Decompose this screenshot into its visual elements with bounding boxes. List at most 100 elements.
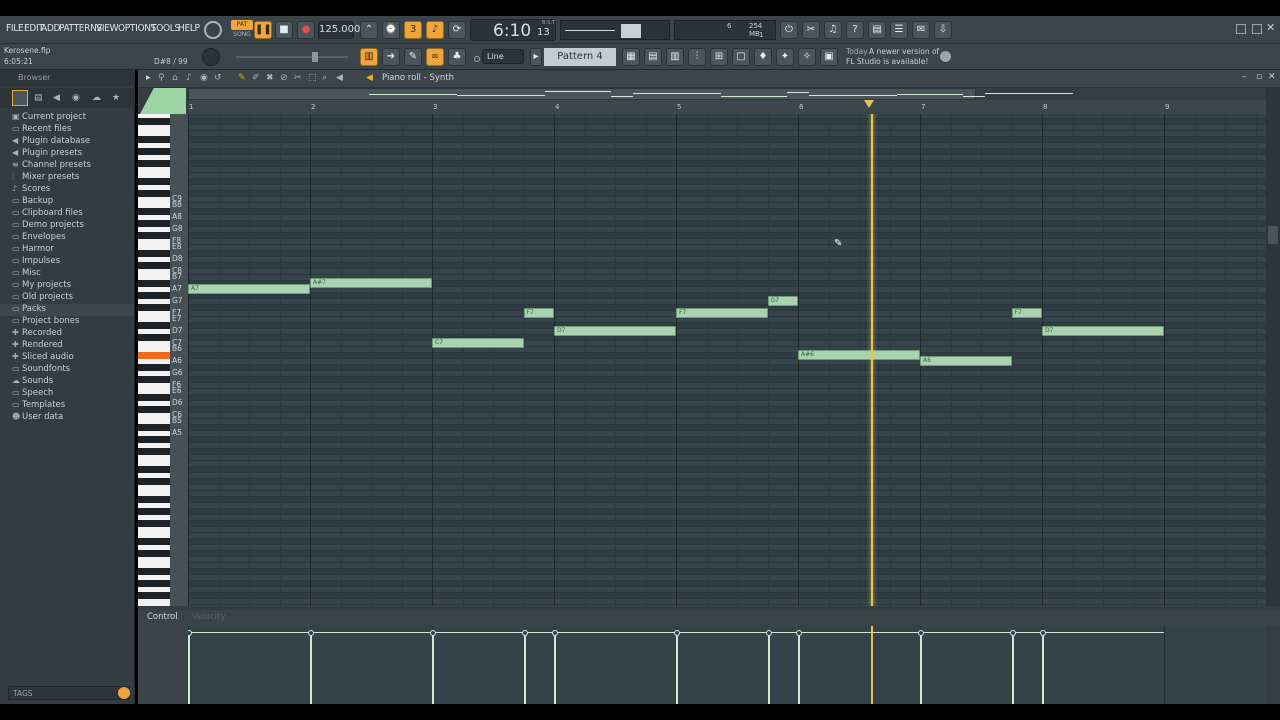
undo-history-icon[interactable]: ⏻ (780, 21, 798, 39)
browser-item[interactable]: ✚ Rendered (12, 340, 63, 352)
piano-black-key[interactable] (138, 160, 170, 167)
piano-black-key[interactable] (138, 250, 170, 257)
master-pitch-slider[interactable] (236, 52, 348, 62)
velocity-bar[interactable] (767, 632, 770, 704)
note[interactable]: D7 (554, 326, 676, 336)
roll-minimize-icon[interactable]: – (1242, 72, 1247, 82)
browser-item[interactable]: ▭ Project bones (12, 316, 79, 328)
song-mode-button[interactable]: SONG (231, 31, 253, 39)
video-icon[interactable]: ✧ (798, 48, 816, 66)
maximize-icon[interactable] (1252, 24, 1262, 34)
roll-close-icon[interactable]: ✕ (1268, 72, 1276, 82)
roll-undo-icon[interactable]: ↺ (214, 73, 222, 83)
velocity-handle[interactable] (765, 630, 772, 636)
roll-maximize-icon[interactable]: ▫ (1256, 72, 1262, 82)
note[interactable]: F7 (523, 308, 554, 318)
search-icon[interactable] (118, 687, 130, 699)
piano-black-key[interactable] (138, 424, 170, 431)
menu-view[interactable]: VIEW (96, 23, 118, 34)
mic-icon[interactable]: ♫ (824, 21, 842, 39)
velocity-handle[interactable] (796, 630, 802, 636)
pencil-icon[interactable]: ✎ (404, 48, 422, 66)
download-icon[interactable]: ⇩ (934, 21, 952, 39)
menu-file[interactable]: FILE (6, 23, 24, 34)
notification-line1[interactable]: A newer version of (869, 47, 939, 56)
piano-black-key[interactable] (138, 232, 170, 239)
browser-item[interactable]: ▭ Recent files (12, 124, 71, 136)
velocity-bar[interactable] (432, 632, 434, 704)
store-icon[interactable]: ▣ (820, 48, 838, 66)
piano-black-key[interactable] (138, 262, 170, 269)
note[interactable]: A#7 (310, 278, 432, 288)
master-volume-knob[interactable] (202, 48, 220, 66)
browser-item[interactable]: ♪ Scores (12, 184, 50, 196)
piano-black-key[interactable] (138, 376, 170, 383)
slice-tool-icon[interactable]: ✂ (294, 73, 302, 83)
select-tool-icon[interactable]: ⬚ (308, 73, 317, 83)
stamp-icon[interactable]: ♣ (448, 48, 466, 66)
pattern-prev-icon[interactable]: ▸ (530, 48, 542, 66)
song-position-display[interactable]: 6:10 13 B:S:T (470, 19, 556, 41)
piano-black-key[interactable] (138, 190, 170, 197)
browser-cloud-icon[interactable]: ☁ (92, 93, 101, 103)
piano-black-key[interactable] (138, 478, 170, 485)
piano-black-key[interactable] (138, 496, 170, 503)
piano-black-key[interactable] (138, 520, 170, 527)
browser-item[interactable]: ▭ Impulses (12, 256, 60, 268)
menu-tools[interactable]: TOOLS (151, 23, 180, 34)
piano-keyboard[interactable] (138, 114, 170, 606)
piano-black-key[interactable] (138, 208, 170, 215)
mute-tool-icon[interactable]: ⊘ (280, 73, 288, 83)
browser-item[interactable]: ▭ Envelopes (12, 232, 66, 244)
piano-roll-icon[interactable]: ▥ (666, 48, 684, 66)
browser-item[interactable]: ▭ Old projects (12, 292, 73, 304)
piano-black-key[interactable] (138, 304, 170, 311)
velocity-bar[interactable] (523, 632, 526, 704)
browser-item[interactable]: ▭ Speech (12, 388, 53, 400)
browser-all-icon[interactable] (12, 90, 28, 106)
piano-black-key[interactable] (138, 364, 170, 371)
piano-black-key[interactable] (138, 508, 170, 515)
browser-star-icon[interactable]: ★ (112, 93, 120, 103)
piano-black-key[interactable] (138, 322, 170, 329)
piano-black-key[interactable] (138, 352, 170, 359)
browser-item[interactable]: ▭ Packs (0, 304, 134, 316)
plugin-icon[interactable]: ▢ (732, 48, 750, 66)
browser-plugins-icon[interactable]: ◀ (53, 93, 60, 103)
note[interactable]: F7 (1011, 308, 1042, 318)
control-label[interactable]: Control (147, 612, 178, 622)
piano-black-key[interactable] (138, 580, 170, 587)
browser-item[interactable]: ▭ My projects (12, 280, 71, 292)
paint-tool-icon[interactable]: ✐ (252, 73, 260, 83)
velocity-bar[interactable] (1042, 632, 1044, 704)
playlist-icon[interactable]: ▤ (644, 48, 662, 66)
browser-files-icon[interactable]: ▤ (34, 93, 43, 103)
browser-item[interactable]: ▭ Soundfonts (12, 364, 70, 376)
piano-roll-tool-icon[interactable]: ▥ (360, 48, 378, 66)
piano-black-key[interactable] (138, 592, 170, 599)
piano-black-key[interactable] (138, 220, 170, 227)
plugin-picker-icon[interactable]: ♦ (754, 48, 772, 66)
piano-black-key[interactable] (138, 538, 170, 545)
wait-input-icon[interactable]: ⌚ (382, 21, 400, 39)
notification-line2[interactable]: FL Studio is available! (846, 57, 928, 66)
velocity-bar[interactable] (554, 632, 556, 704)
cut-icon[interactable]: ✂ (802, 21, 820, 39)
browser-item[interactable]: ◀ Plugin presets (12, 148, 82, 160)
note[interactable]: C7 (432, 338, 524, 348)
note[interactable]: D7 (1042, 326, 1164, 336)
browser-item[interactable]: ▣ Current project (12, 112, 86, 124)
stop-button[interactable]: ■ (275, 21, 293, 39)
vertical-scroll-thumb[interactable] (1268, 226, 1278, 244)
piano-black-key[interactable] (138, 394, 170, 401)
channel-rack-icon[interactable]: ▦ (622, 48, 640, 66)
velocity-handle[interactable] (674, 630, 680, 636)
browser-item[interactable]: ▭ Templates (12, 400, 65, 412)
pat-mode-button[interactable]: PAT (231, 20, 253, 30)
countdown-icon[interactable]: 3 (404, 21, 422, 39)
channel-settings-icon[interactable]: ⊞ (710, 48, 728, 66)
velocity-bar[interactable] (188, 632, 190, 704)
piano-black-key[interactable] (138, 136, 170, 143)
pause-button[interactable]: ❚❚ (254, 21, 272, 39)
piano-black-key[interactable] (138, 334, 170, 341)
